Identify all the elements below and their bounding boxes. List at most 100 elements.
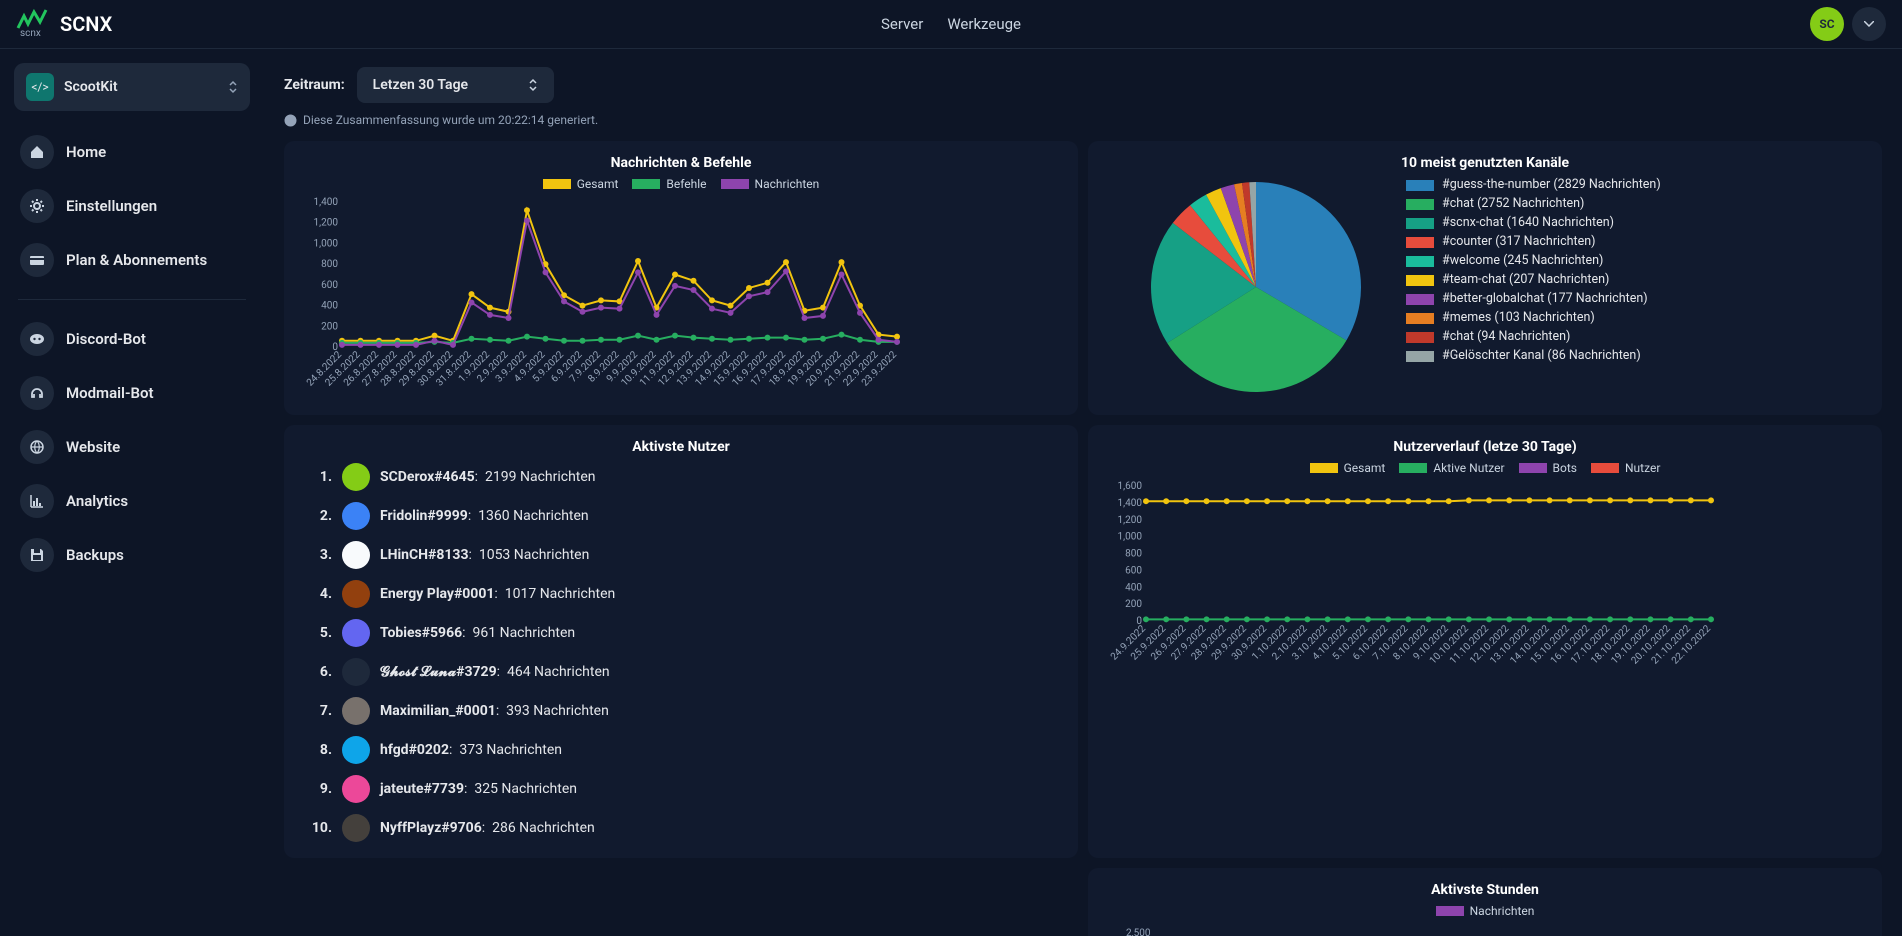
svg-text:200: 200 bbox=[321, 321, 338, 332]
user-row: 4. Energy Play#0001: 1017 Nachrichten bbox=[306, 580, 1056, 608]
svg-text:600: 600 bbox=[1125, 565, 1142, 576]
channel-legend-item: #Gelöschter Kanal (86 Nachrichten) bbox=[1442, 348, 1641, 363]
user-message-count: 1360 Nachrichten bbox=[478, 508, 589, 524]
card-title-userflow: Nutzerverlauf (letze 30 Tage) bbox=[1106, 439, 1864, 455]
user-name: Maximilian_#0001 bbox=[380, 703, 496, 719]
user-message-count: 961 Nachrichten bbox=[473, 625, 576, 641]
headset-icon bbox=[20, 376, 54, 410]
sidebar-label-website: Website bbox=[66, 438, 120, 456]
user-avatar-small bbox=[342, 619, 370, 647]
updown-icon bbox=[228, 80, 238, 94]
svg-text:400: 400 bbox=[1125, 582, 1142, 593]
svg-text:800: 800 bbox=[1125, 549, 1142, 560]
svg-text:1,600: 1,600 bbox=[1118, 481, 1143, 492]
sidebar-label-plan: Plan & Abonnements bbox=[66, 251, 207, 269]
user-avatar-small bbox=[342, 580, 370, 608]
sidebar: </> ScootKit Home Einstellungen Plan & A… bbox=[0, 49, 264, 936]
globe-icon bbox=[20, 430, 54, 464]
nav-server[interactable]: Server bbox=[881, 15, 923, 33]
user-avatar-small bbox=[342, 814, 370, 842]
server-icon: </> bbox=[26, 73, 54, 101]
gear-icon bbox=[20, 189, 54, 223]
user-message-count: 325 Nachrichten bbox=[474, 781, 577, 797]
user-name: jateute#7739 bbox=[380, 781, 464, 797]
user-name: Fridolin#9999 bbox=[380, 508, 468, 524]
user-name: 𝓖𝓱𝓸𝓼𝓽 𝓛𝓾𝓷𝓪#3729 bbox=[380, 664, 497, 680]
user-message-count: 393 Nachrichten bbox=[506, 703, 609, 719]
topbar: scnx SCNX Server Werkzeuge SC bbox=[0, 0, 1902, 49]
nav-tools[interactable]: Werkzeuge bbox=[947, 15, 1021, 33]
sidebar-item-plan[interactable]: Plan & Abonnements bbox=[14, 235, 250, 285]
sidebar-item-analytics[interactable]: Analytics bbox=[14, 476, 250, 526]
sidebar-divider bbox=[18, 299, 246, 300]
user-row: 2. Fridolin#9999: 1360 Nachrichten bbox=[306, 502, 1056, 530]
server-selector[interactable]: </> ScootKit bbox=[14, 63, 250, 111]
svg-text:i: i bbox=[289, 116, 292, 127]
channel-legend-item: #memes (103 Nachrichten) bbox=[1442, 310, 1595, 325]
user-avatar-small bbox=[342, 658, 370, 686]
logo-icon: scnx bbox=[16, 6, 48, 42]
user-name: SCDerox#4645 bbox=[380, 469, 475, 485]
user-avatar-small bbox=[342, 775, 370, 803]
sidebar-item-website[interactable]: Website bbox=[14, 422, 250, 472]
channels-pie bbox=[1106, 177, 1406, 397]
user-row: 10. NyffPlayz#9706: 286 Nachrichten bbox=[306, 814, 1056, 842]
svg-text:1,400: 1,400 bbox=[314, 197, 339, 208]
sidebar-item-backups[interactable]: Backups bbox=[14, 530, 250, 580]
channel-legend-item: #chat (2752 Nachrichten) bbox=[1442, 196, 1584, 211]
user-rank: 10. bbox=[306, 820, 332, 836]
user-row: 3. LHinCH#8133: 1053 Nachrichten bbox=[306, 541, 1056, 569]
sidebar-item-home[interactable]: Home bbox=[14, 127, 250, 177]
user-row: 5. Tobies#5966: 961 Nachrichten bbox=[306, 619, 1056, 647]
save-icon bbox=[20, 538, 54, 572]
sidebar-item-settings[interactable]: Einstellungen bbox=[14, 181, 250, 231]
channel-legend-item: #scnx-chat (1640 Nachrichten) bbox=[1442, 215, 1614, 230]
user-menu-toggle[interactable] bbox=[1852, 7, 1886, 41]
svg-text:scnx: scnx bbox=[20, 28, 41, 38]
channels-legend: #guess-the-number (2829 Nachrichten) #cha… bbox=[1406, 177, 1661, 397]
chart-icon bbox=[20, 484, 54, 518]
user-message-count: 373 Nachrichten bbox=[459, 742, 562, 758]
user-name: Tobies#5966 bbox=[380, 625, 462, 641]
sidebar-item-discord[interactable]: Discord-Bot bbox=[14, 314, 250, 364]
discord-icon bbox=[20, 322, 54, 356]
messages-chart: 02004006008001,0001,2001,40024.8.202225.… bbox=[302, 197, 902, 397]
sidebar-label-analytics: Analytics bbox=[66, 492, 128, 510]
user-name: NyffPlayz#9706 bbox=[380, 820, 482, 836]
user-message-count: 2199 Nachrichten bbox=[485, 469, 596, 485]
user-rank: 6. bbox=[306, 664, 332, 680]
user-avatar[interactable]: SC bbox=[1810, 7, 1844, 41]
home-icon bbox=[20, 135, 54, 169]
svg-text:200: 200 bbox=[1125, 599, 1142, 610]
channel-legend-item: #team-chat (207 Nachrichten) bbox=[1442, 272, 1609, 287]
svg-text:1,000: 1,000 bbox=[1118, 532, 1143, 543]
user-avatar-small bbox=[342, 697, 370, 725]
channel-legend-item: #guess-the-number (2829 Nachrichten) bbox=[1442, 177, 1661, 192]
user-rank: 4. bbox=[306, 586, 332, 602]
sidebar-label-home: Home bbox=[66, 143, 106, 161]
user-avatar-small bbox=[342, 736, 370, 764]
user-row: 7. Maximilian_#0001: 393 Nachrichten bbox=[306, 697, 1056, 725]
userflow-chart: 02004006008001,0001,2001,4001,60024.9.20… bbox=[1106, 481, 1716, 671]
user-message-count: 1017 Nachrichten bbox=[505, 586, 616, 602]
brand-name: SCNX bbox=[60, 12, 112, 36]
svg-text:2,500: 2,500 bbox=[1126, 928, 1151, 936]
user-rank: 2. bbox=[306, 508, 332, 524]
user-name: Energy Play#0001 bbox=[380, 586, 494, 602]
sidebar-label-modmail: Modmail-Bot bbox=[66, 384, 154, 402]
channel-legend-item: #chat (94 Nachrichten) bbox=[1442, 329, 1570, 344]
user-message-count: 286 Nachrichten bbox=[492, 820, 595, 836]
sidebar-label-discord: Discord-Bot bbox=[66, 330, 146, 348]
svg-text:1,200: 1,200 bbox=[1118, 515, 1143, 526]
channel-legend-item: #welcome (245 Nachrichten) bbox=[1442, 253, 1603, 268]
info-icon: i bbox=[284, 114, 297, 127]
svg-text:800: 800 bbox=[321, 259, 338, 270]
svg-text:1,000: 1,000 bbox=[314, 238, 339, 249]
timerange-value: Letzen 30 Tage bbox=[373, 77, 468, 93]
card-title-hours: Aktivste Stunden bbox=[1106, 882, 1864, 898]
user-row: 8. hfgd#0202: 373 Nachrichten bbox=[306, 736, 1056, 764]
updown-icon bbox=[528, 78, 538, 92]
server-name: ScootKit bbox=[64, 79, 218, 95]
timerange-select[interactable]: Letzen 30 Tage bbox=[357, 67, 554, 103]
sidebar-item-modmail[interactable]: Modmail-Bot bbox=[14, 368, 250, 418]
